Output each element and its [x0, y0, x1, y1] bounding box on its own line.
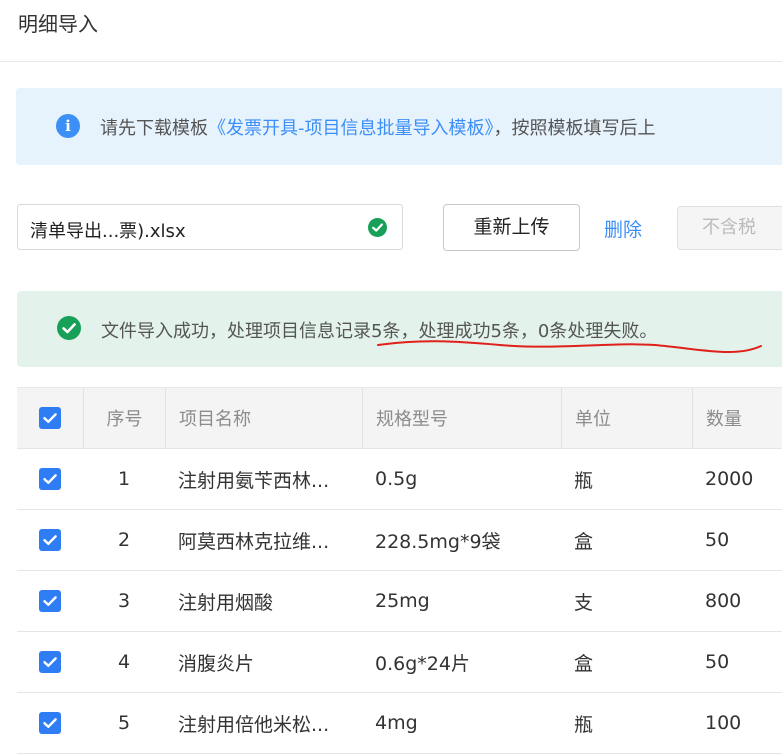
import-success-banner: 文件导入成功，处理项目信息记录5条，处理成功5条，0条处理失败。	[17, 291, 782, 367]
header-index: 序号	[83, 388, 165, 448]
success-check-icon	[57, 316, 81, 340]
cell-name: 阿莫西林克拉维...	[178, 530, 330, 553]
page-title: 明细导入	[18, 12, 98, 36]
info-text: 请先下载模板《发票开具-项目信息批量导入模板》，按照模板填写后上	[100, 114, 656, 140]
cell-index: 5	[117, 712, 131, 734]
cell-unit: 支	[574, 591, 594, 614]
cell-index: 2	[117, 529, 131, 551]
cell-name: 注射用氨苄西林...	[178, 469, 330, 492]
file-name: 清单导出...票).xlsx	[30, 221, 186, 242]
cell-index: 3	[117, 590, 131, 612]
header-checkbox-cell	[17, 388, 83, 448]
select-all-checkbox[interactable]	[39, 407, 61, 429]
header-divider	[0, 61, 782, 62]
cell-index: 4	[117, 651, 131, 673]
cell-qty: 50	[705, 529, 730, 551]
header-unit: 单位	[561, 388, 692, 448]
table-row: 5 注射用倍他米松... 4mg 瓶 100	[17, 693, 782, 754]
row-checkbox[interactable]	[39, 651, 61, 673]
reupload-button[interactable]: 重新上传	[443, 204, 580, 251]
uploaded-file-field[interactable]: 清单导出...票).xlsx	[17, 204, 403, 250]
cell-qty: 2000	[705, 468, 754, 490]
info-suffix: ，按照模板填写后上	[493, 118, 656, 139]
items-table: 序号 项目名称 规格型号 单位 数量 1 注射用氨苄西林... 0.5g 瓶 2…	[17, 387, 782, 754]
info-prefix: 请先下载模板	[100, 118, 208, 139]
cell-qty: 50	[705, 651, 730, 673]
cell-spec: 228.5mg*9袋	[375, 530, 501, 553]
row-checkbox-cell	[17, 449, 83, 509]
import-result-text: 文件导入成功，处理项目信息记录5条，处理成功5条，0条处理失败。	[101, 321, 658, 342]
cell-spec: 0.6g*24片	[375, 652, 470, 675]
header-name: 项目名称	[165, 388, 362, 448]
tax-exclusive-button[interactable]: 不含税	[677, 206, 782, 250]
row-checkbox[interactable]	[39, 712, 61, 734]
row-checkbox-cell	[17, 693, 83, 753]
row-checkbox-cell	[17, 632, 83, 692]
cell-qty: 100	[705, 712, 742, 734]
template-download-link[interactable]: 《发票开具-项目信息批量导入模板》	[208, 118, 494, 139]
cell-unit: 瓶	[574, 469, 594, 492]
table-header: 序号 项目名称 规格型号 单位 数量	[17, 388, 782, 449]
header-qty: 数量	[692, 388, 782, 448]
table-row: 2 阿莫西林克拉维... 228.5mg*9袋 盒 50	[17, 510, 782, 571]
cell-spec: 4mg	[375, 712, 418, 734]
row-checkbox-cell	[17, 571, 83, 631]
cell-spec: 0.5g	[375, 468, 418, 490]
info-banner: i 请先下载模板《发票开具-项目信息批量导入模板》，按照模板填写后上	[16, 88, 782, 165]
table-row: 1 注射用氨苄西林... 0.5g 瓶 2000	[17, 449, 782, 510]
cell-name: 注射用烟酸	[178, 591, 274, 614]
header-spec: 规格型号	[362, 388, 561, 448]
row-checkbox[interactable]	[39, 468, 61, 490]
cell-unit: 盒	[574, 652, 594, 675]
cell-index: 1	[117, 468, 131, 490]
cell-qty: 800	[705, 590, 742, 612]
table-row: 3 注射用烟酸 25mg 支 800	[17, 571, 782, 632]
info-icon: i	[56, 114, 80, 138]
row-checkbox[interactable]	[39, 529, 61, 551]
delete-link[interactable]: 删除	[604, 215, 642, 242]
cell-unit: 盒	[574, 530, 594, 553]
row-checkbox-cell	[17, 510, 83, 570]
cell-spec: 25mg	[375, 590, 430, 612]
check-circle-icon	[368, 218, 387, 237]
cell-name: 注射用倍他米松...	[178, 713, 330, 736]
row-checkbox[interactable]	[39, 590, 61, 612]
cell-name: 消腹炎片	[178, 652, 255, 675]
table-row: 4 消腹炎片 0.6g*24片 盒 50	[17, 632, 782, 693]
cell-unit: 瓶	[574, 713, 594, 736]
